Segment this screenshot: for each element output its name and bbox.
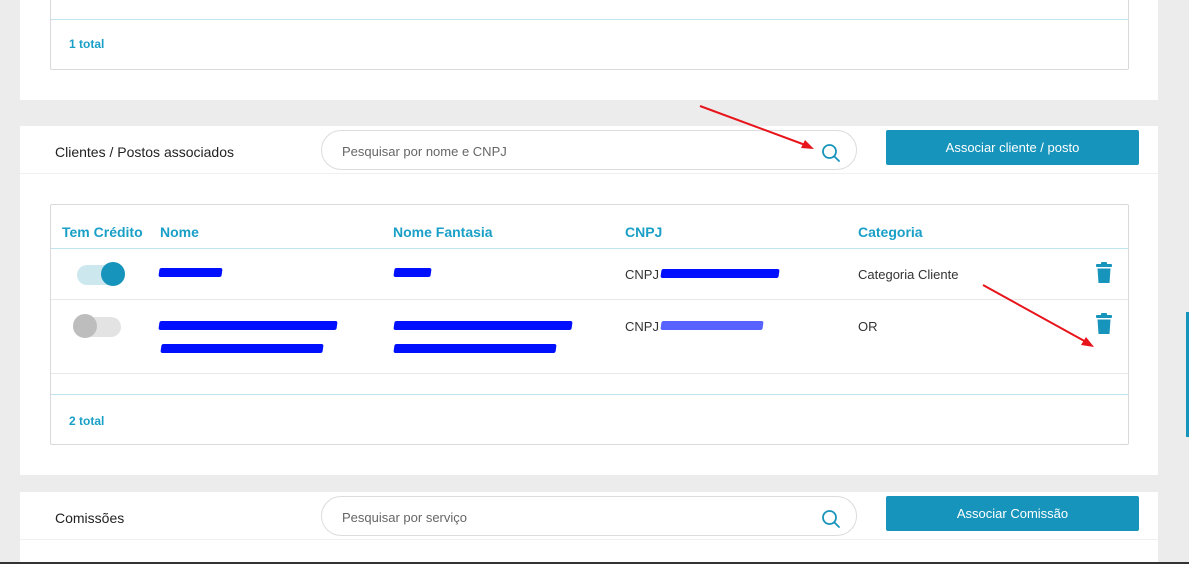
annotation-arrowhead (1081, 337, 1094, 347)
annotation-arrow (982, 284, 1089, 344)
annotation-arrow (699, 105, 809, 147)
annotation-arrowhead (801, 140, 814, 149)
annotation-arrows (699, 105, 1094, 347)
